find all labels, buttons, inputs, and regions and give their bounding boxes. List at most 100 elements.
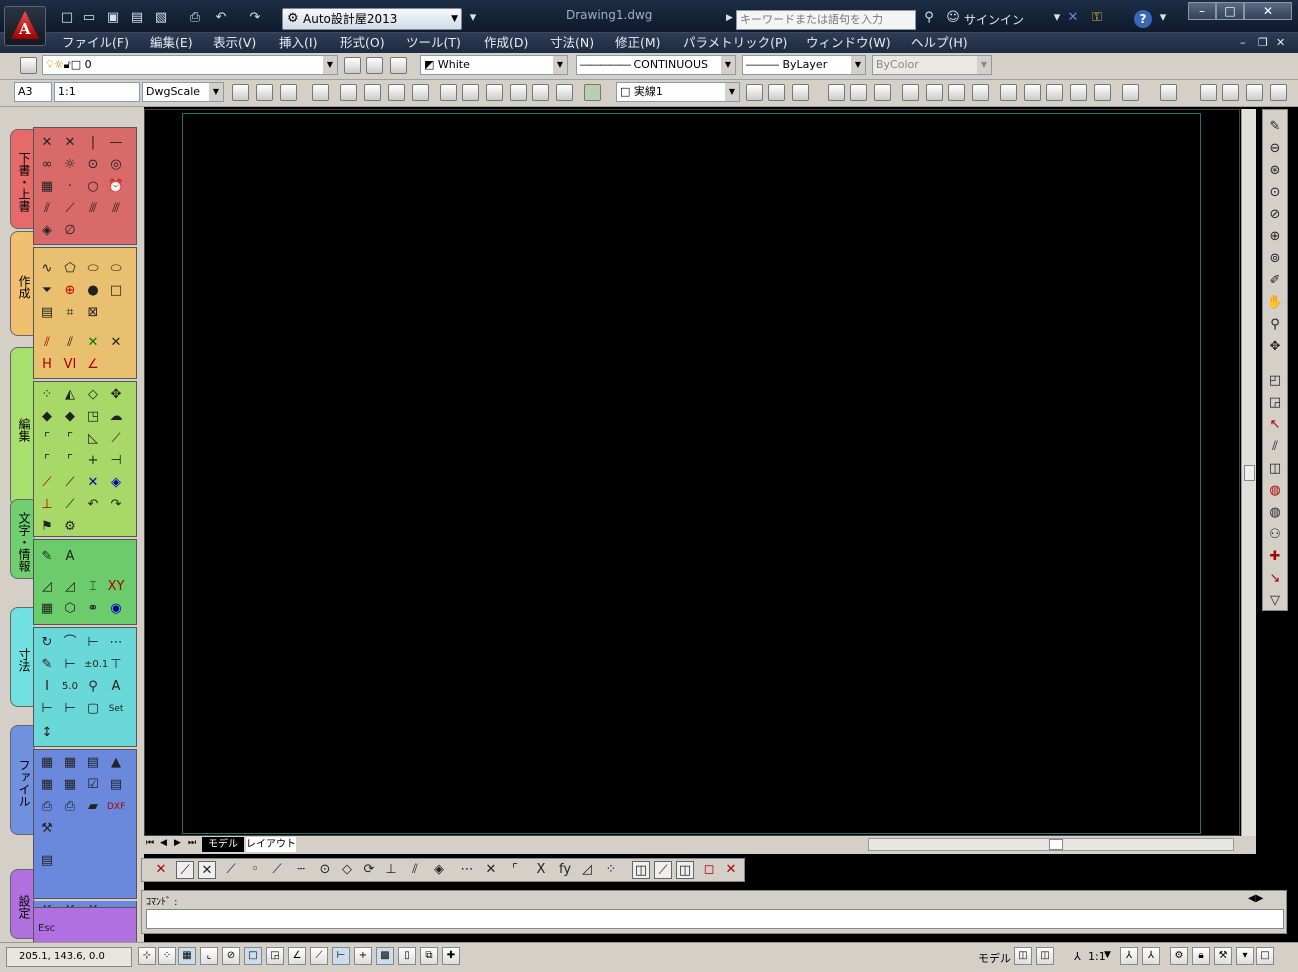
select-group-icon[interactable]: ⚇ [1266,526,1284,544]
tab-layout1[interactable]: レイアウト1 [246,837,296,865]
command-scroll-icon[interactable]: ◀▶ [1248,893,1263,904]
text-a-icon[interactable]: A [61,548,79,566]
new-icon[interactable]: □ [58,9,76,27]
snap-angle-icon[interactable]: ◿ [578,861,596,879]
tab-dimension[interactable]: 寸法 [10,607,35,707]
lineweight-dropdown[interactable]: ――― ByLayer ▼ [742,55,866,75]
filter-icon[interactable]: ▽ [1266,592,1284,610]
tab-edit[interactable]: 編集 [10,347,35,507]
layout-view-icon[interactable]: ◫ [1014,947,1032,965]
zoom-center-icon[interactable]: ⊚ [1266,250,1284,268]
lengthen-icon[interactable]: ⟋ [38,474,56,492]
selection-cycling-icon[interactable]: ⧉ [420,947,438,965]
menu-parametric[interactable]: パラメトリック(P) [683,34,787,52]
auto-scale-icon[interactable]: ⅄ [1142,947,1160,965]
snap-mode-icon[interactable]: ⊹ [138,947,156,965]
3dosnap-icon[interactable]: ◲ [266,947,284,965]
lineweight-toggle-icon[interactable] [746,84,763,101]
binoculars-icon[interactable]: ⚲ [920,9,938,27]
menu-window[interactable]: ウィンドウ(W) [806,34,891,52]
wipeout-icon[interactable]: ⊠ [84,304,102,322]
zoom-realtime-icon[interactable] [1222,84,1239,101]
move-view-icon[interactable]: ✥ [1266,338,1284,356]
camera-icon[interactable] [312,84,329,101]
align-icon[interactable]: ⊥ [38,496,56,514]
doc-restore-button[interactable]: ❐ [1258,34,1268,52]
measure-icon[interactable]: ◿ [38,578,56,596]
model-space-label[interactable]: モデル [978,950,1011,966]
crosshair-icon[interactable]: ⊕ [61,282,79,300]
paper-size-field[interactable]: A3 [14,82,52,102]
isolate-icon[interactable]: ▾ [1236,947,1254,965]
vertical-scrollbar[interactable] [1241,109,1256,836]
snap-center-icon[interactable]: ⊙ [316,861,334,879]
prop-filter-icon[interactable] [792,84,809,101]
transparency-icon[interactable]: ▩ [376,947,394,965]
dim-update-icon[interactable]: ↕ [38,724,56,742]
tab-nav-last-icon[interactable]: ⏭ [188,838,196,848]
menu-edit[interactable]: 編集(E) [150,34,193,52]
text-style-d-icon[interactable] [510,84,527,101]
list-icon[interactable]: ▦ [38,600,56,618]
file-ref-icon[interactable]: ▦ [61,776,79,794]
redo-toolbar-icon[interactable] [1160,84,1177,101]
snap-apparent-icon[interactable]: ✕ [482,861,500,879]
plot-icon[interactable] [902,84,919,101]
funnel-icon[interactable]: ⏷ [38,282,56,300]
file-list-icon[interactable]: ▤ [107,776,125,794]
layer-tool-4-icon[interactable] [412,84,429,101]
select-lasso-icon[interactable]: ◍ [1266,482,1284,500]
linestyle-dropdown[interactable]: □ 実線1 ▼ [616,82,740,102]
pentagon-icon[interactable]: ⬠ [61,260,79,278]
command-input[interactable] [146,909,1284,929]
expand-search-icon[interactable]: ▶ [726,13,733,23]
dim-leader-icon[interactable]: ⊢ [38,700,56,718]
select-prev-icon[interactable]: ◍ [1266,504,1284,522]
snap-fy-icon[interactable]: fy [556,861,574,879]
vi-mark-icon[interactable]: VI [61,356,79,374]
otrack-icon[interactable]: ∠ [288,947,306,965]
cut-icon[interactable] [1000,84,1017,101]
hardware-accel-icon[interactable]: ⚒ [1214,947,1232,965]
file-print-icon[interactable]: ⎙ [38,798,56,816]
menu-draw[interactable]: 作成(D) [484,34,528,52]
new-file-icon[interactable] [828,84,845,101]
cloud-icon[interactable]: ☁ [107,408,125,426]
array-icon[interactable]: ⁘ [38,386,56,404]
xy-icon[interactable]: XY [107,578,125,596]
doc-close-button[interactable]: ✕ [1276,34,1285,52]
linetype-dropdown[interactable]: ――――― CONTINUOUS ▼ [576,55,736,75]
divide-icon[interactable]: ⟋ [61,474,79,492]
paste-icon[interactable] [1046,84,1063,101]
file-folder-icon[interactable]: ▰ [84,798,102,816]
3d-dwf-icon[interactable] [972,84,989,101]
workspace-dropdown[interactable]: ⚙ Auto設計屋2013 ▼ [282,8,462,30]
menu-help[interactable]: ヘルプ(H) [911,34,968,52]
dyn-icon[interactable]: ⊢ [332,947,350,965]
dim-radius-icon[interactable]: ⌒ [61,634,79,652]
snap-perpendicular-icon[interactable]: ⊥ [382,861,400,879]
osnap-icon[interactable]: □ [244,947,262,965]
snap-endpoint-icon[interactable]: ⟋ [176,861,194,879]
dim-box-icon[interactable]: ▢ [84,700,102,718]
pan-icon[interactable] [1200,84,1217,101]
layer-tool-1-icon[interactable] [340,84,357,101]
zoom-in-icon[interactable]: ⊕ [1266,228,1284,246]
ortho-icon[interactable]: ⌞ [200,947,218,965]
snap-settings-5-icon[interactable]: ✕ [722,861,740,879]
file-layer-icon[interactable]: ▤ [38,852,56,870]
file-tool-icon[interactable]: ⚒ [38,820,56,838]
menu-insert[interactable]: 挿入(I) [279,34,317,52]
help-icon[interactable]: ? [1134,10,1152,28]
sun-tool-icon[interactable]: ☼ [61,156,79,174]
file-export-icon[interactable]: ▲ [107,754,125,772]
publish-toolbar-icon[interactable] [948,84,965,101]
zoom-extents-icon[interactable]: ⊛ [1266,162,1284,180]
tab-model[interactable]: モデル [202,837,244,852]
grid-icon[interactable]: ▦ [178,947,196,965]
file-import-icon[interactable]: ▦ [38,776,56,794]
tab-nav-first-icon[interactable]: ⏮ [146,838,154,848]
snap-insert-icon[interactable]: ◈ [430,861,448,879]
stretch-icon[interactable]: ◆ [38,408,56,426]
plot-preview-icon[interactable] [926,84,943,101]
